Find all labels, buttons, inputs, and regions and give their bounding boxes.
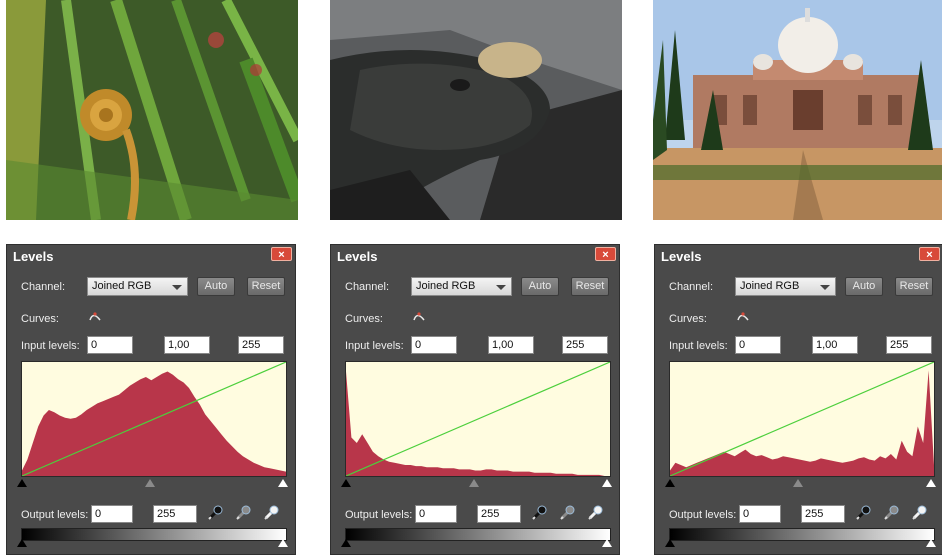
curves-label: Curves: [669,313,707,325]
input-black-field[interactable]: 0 [411,336,457,354]
input-gamma-field[interactable]: 1,00 [488,336,534,354]
input-black-handle[interactable] [341,479,351,487]
output-slider[interactable] [17,539,288,549]
output-levels-label: Output levels: [345,509,413,521]
white-eyedropper-icon[interactable] [911,505,927,521]
channel-value: Joined RGB [416,280,476,292]
white-eyedropper-icon[interactable] [263,505,279,521]
white-eyedropper-icon[interactable] [587,505,603,521]
input-black-field[interactable]: 0 [87,336,133,354]
input-white-handle[interactable] [602,479,612,487]
photo-fern [6,0,298,220]
output-white-field[interactable]: 255 [153,505,197,523]
channel-select[interactable]: Joined RGB [411,277,512,296]
reset-button[interactable]: Reset [895,277,933,296]
chevron-down-icon [496,285,506,290]
input-white-field[interactable]: 255 [886,336,932,354]
channel-label: Channel: [669,281,714,293]
channel-select[interactable]: Joined RGB [87,277,188,296]
black-eyedropper-icon[interactable] [855,505,871,521]
histogram [669,361,935,477]
channel-select[interactable]: Joined RGB [735,277,836,296]
histogram-area [670,370,934,476]
close-button[interactable]: × [271,247,292,261]
input-gamma-handle[interactable] [145,479,155,487]
histogram-plot [669,361,935,477]
photo-tomb [653,0,942,220]
panel-title: Levels [661,249,702,264]
reset-button[interactable]: Reset [247,277,285,296]
output-white-field[interactable]: 255 [801,505,845,523]
histogram [345,361,611,477]
input-black-field[interactable]: 0 [735,336,781,354]
gray-eyedropper-icon[interactable] [235,505,251,521]
input-levels-label: Input levels: [21,340,80,352]
auto-button[interactable]: Auto [521,277,559,296]
photo-lizard [330,0,622,220]
input-white-handle[interactable] [926,479,936,487]
output-black-handle[interactable] [341,539,351,547]
input-slider[interactable] [341,477,612,489]
histogram-plot [21,361,287,477]
input-slider[interactable] [665,477,936,489]
gray-eyedropper-icon[interactable] [559,505,575,521]
input-gamma-field[interactable]: 1,00 [164,336,210,354]
output-white-handle[interactable] [926,539,936,547]
tone-curve-line [345,361,611,477]
black-eyedropper-icon[interactable] [531,505,547,521]
output-black-handle[interactable] [17,539,27,547]
gray-eyedropper-icon[interactable] [883,505,899,521]
curves-label: Curves: [345,313,383,325]
input-white-field[interactable]: 255 [238,336,284,354]
input-white-field[interactable]: 255 [562,336,608,354]
output-black-field[interactable]: 0 [91,505,133,523]
input-slider[interactable] [17,477,288,489]
input-black-handle[interactable] [17,479,27,487]
output-levels-label: Output levels: [669,509,737,521]
curve-icon[interactable] [737,311,749,321]
histogram-area [346,371,610,476]
output-black-handle[interactable] [665,539,675,547]
output-slider[interactable] [341,539,612,549]
levels-panel: Levels × Channel: Joined RGB Auto Reset Curves… [654,244,942,555]
curve-icon[interactable] [89,311,101,321]
channel-label: Channel: [345,281,390,293]
output-black-field[interactable]: 0 [739,505,781,523]
channel-value: Joined RGB [92,280,152,292]
output-slider[interactable] [665,539,936,549]
curve-icon[interactable] [413,311,425,321]
input-white-handle[interactable] [278,479,288,487]
input-gamma-handle[interactable] [793,479,803,487]
input-gamma-handle[interactable] [469,479,479,487]
panel-title: Levels [337,249,378,264]
levels-panel: Levels × Channel: Joined RGB Auto Reset Curves… [330,244,620,555]
output-white-field[interactable]: 255 [477,505,521,523]
output-white-handle[interactable] [278,539,288,547]
input-levels-label: Input levels: [669,340,728,352]
input-levels-label: Input levels: [345,340,404,352]
chevron-down-icon [820,285,830,290]
input-black-handle[interactable] [665,479,675,487]
curves-label: Curves: [21,313,59,325]
histogram [21,361,287,477]
reset-button[interactable]: Reset [571,277,609,296]
auto-button[interactable]: Auto [845,277,883,296]
chevron-down-icon [172,285,182,290]
channel-label: Channel: [21,281,66,293]
output-levels-label: Output levels: [21,509,89,521]
close-button[interactable]: × [919,247,940,261]
input-gamma-field[interactable]: 1,00 [812,336,858,354]
panel-title: Levels [13,249,54,264]
channel-value: Joined RGB [740,280,800,292]
levels-panel: Levels × Channel: Joined RGB Auto Reset Curves… [6,244,296,555]
close-button[interactable]: × [595,247,616,261]
histogram-area [22,371,286,476]
histogram-plot [345,361,611,477]
output-black-field[interactable]: 0 [415,505,457,523]
auto-button[interactable]: Auto [197,277,235,296]
black-eyedropper-icon[interactable] [207,505,223,521]
output-white-handle[interactable] [602,539,612,547]
